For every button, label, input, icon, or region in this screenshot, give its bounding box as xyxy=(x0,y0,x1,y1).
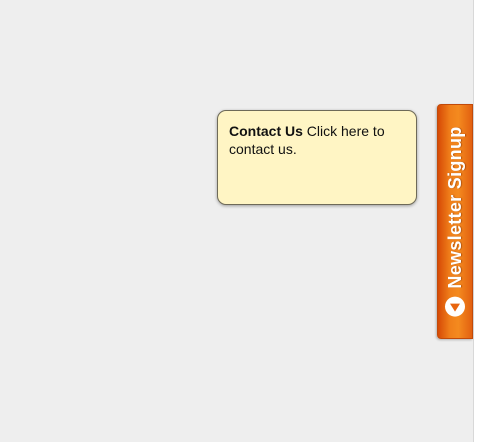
contact-us-tooltip[interactable]: Contact Us Click here to contact us. xyxy=(217,110,417,205)
arrow-left-circle-icon xyxy=(444,295,466,317)
newsletter-tab-label: Newsletter Signup xyxy=(444,125,465,289)
tooltip-title: Contact Us xyxy=(229,123,303,139)
newsletter-signup-tab[interactable]: Newsletter Signup xyxy=(437,104,473,339)
window-edge xyxy=(473,0,477,442)
newsletter-tab-content: Newsletter Signup xyxy=(444,126,466,317)
